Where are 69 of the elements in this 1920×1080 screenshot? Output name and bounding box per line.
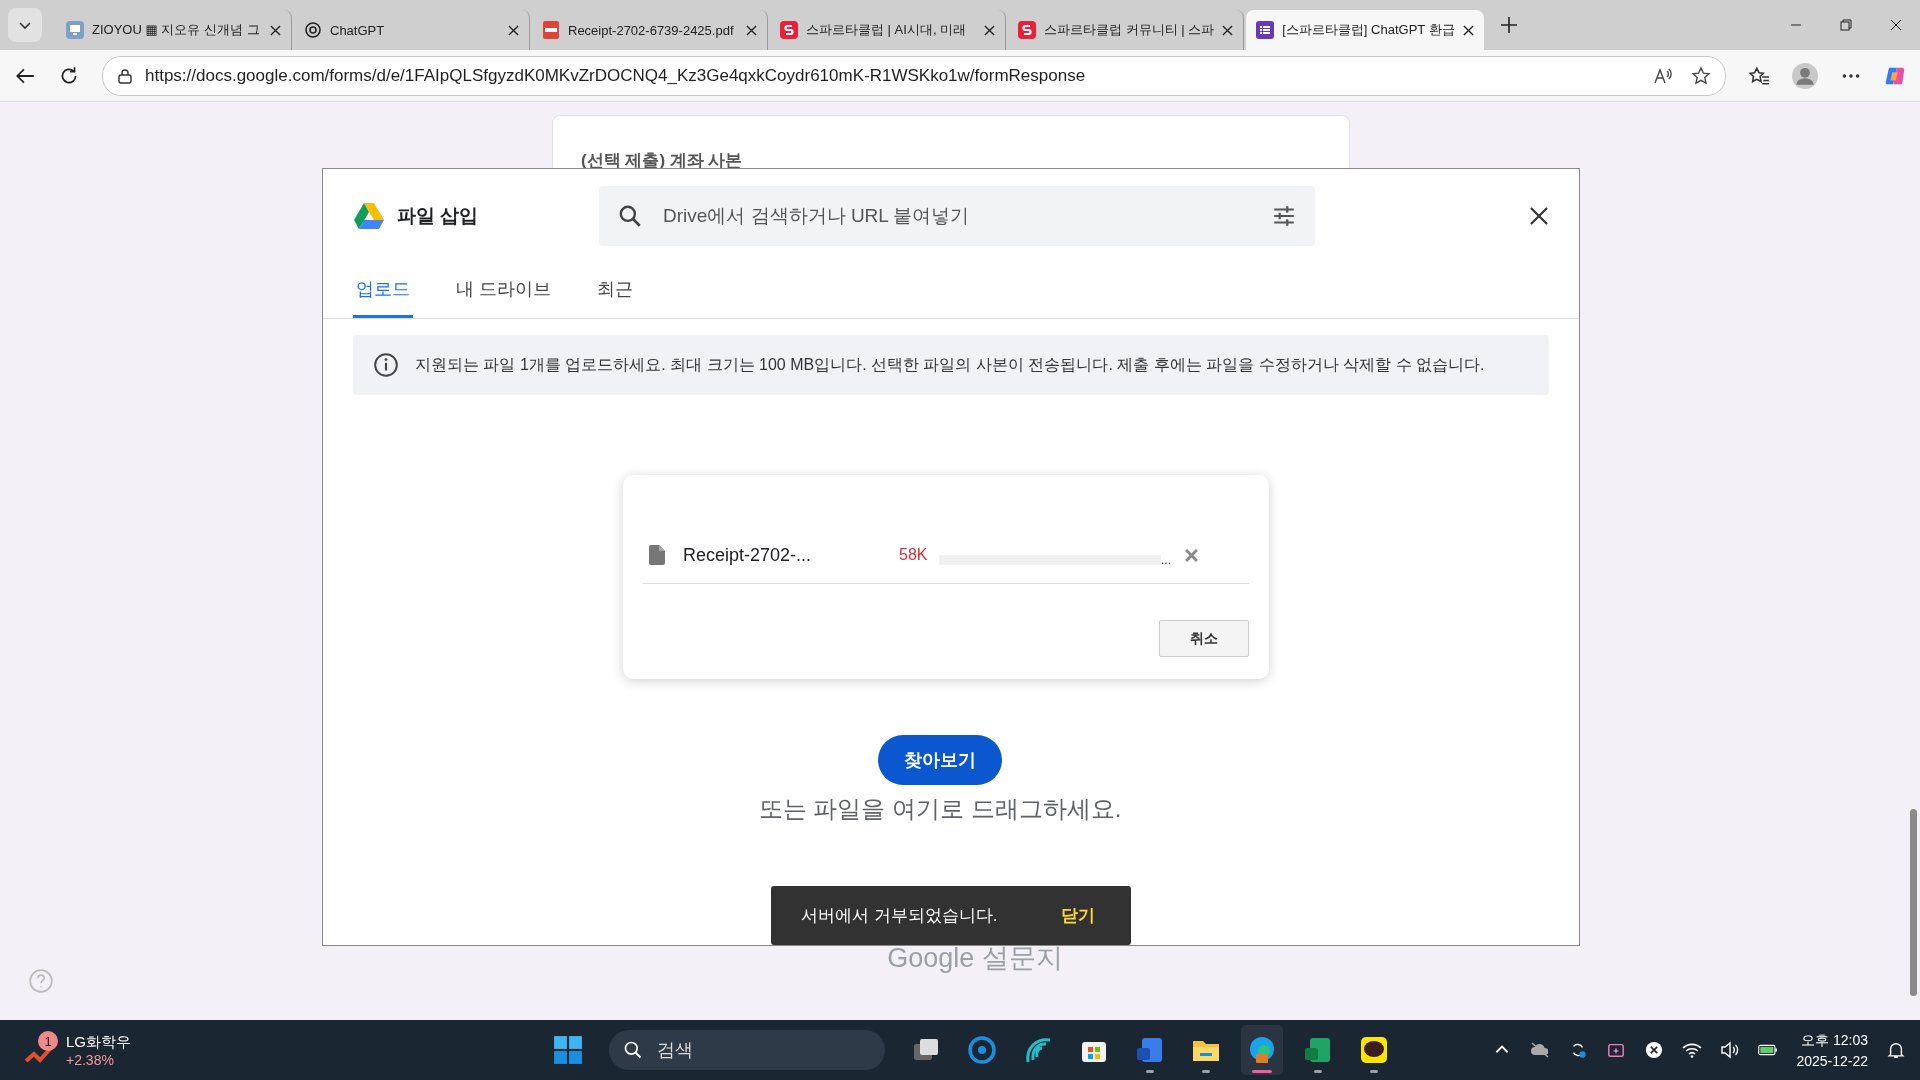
tab-title: [스파르타클럽] ChatGPT 환급	[1282, 21, 1455, 39]
stock-change: +2.38%	[66, 1051, 115, 1068]
s-logo-icon	[780, 21, 798, 39]
start-icon[interactable]	[553, 1035, 583, 1065]
favorites-icon[interactable]	[1748, 64, 1770, 87]
status-text: ...	[1161, 553, 1172, 567]
close-icon[interactable]	[1890, 19, 1902, 31]
tab-title: 스파르타클럽 커뮤니티 | 스파	[1044, 21, 1215, 39]
dialog-tab[interactable]: 내 드라이브	[453, 269, 554, 318]
close-icon[interactable]	[746, 24, 757, 36]
url-text: https://docs.google.com/forms/d/e/1FAIpQLSfgyzdK0MKvZrDOCNQ4_Kz3Ge4qxkCoydr610mK-R1WSKko1w/formResponse	[145, 65, 1086, 86]
taskbar-search-field[interactable]: 검색	[655, 1038, 871, 1062]
cloud-off-icon[interactable]	[1530, 1041, 1551, 1059]
notification-badge: 1	[38, 1031, 58, 1051]
clock-date[interactable]: 2025-12-22	[1796, 1052, 1868, 1069]
taskbar-search-bar[interactable]: 검색	[609, 1030, 885, 1070]
profile-avatar[interactable]	[1792, 62, 1818, 89]
search-bar[interactable]: Drive에서 검색하거나 URL 붙여넣기	[599, 186, 1315, 246]
dialog-tab[interactable]: 업로드	[353, 269, 413, 318]
new-tab-icon[interactable]	[1499, 16, 1518, 34]
remove-icon[interactable]	[1185, 548, 1198, 562]
tab-title: Receipt-2702-6739-2425.pdf	[568, 22, 735, 38]
search-icon	[617, 203, 643, 229]
close-circle-icon[interactable]	[1644, 1041, 1665, 1059]
file-name: Receipt-2702-...	[683, 544, 813, 566]
star-icon[interactable]	[1691, 65, 1711, 86]
section-title: (선택 제출) 계좌 사본	[581, 151, 743, 170]
close-icon[interactable]	[1529, 206, 1549, 226]
stock-name: LG화학우	[66, 1032, 131, 1052]
pdf-icon	[542, 21, 560, 39]
lock-icon	[117, 67, 133, 84]
chat-bubble-icon	[1358, 1034, 1390, 1066]
clock-time[interactable]: 오후 12:03	[1801, 1031, 1868, 1050]
wifi-icon[interactable]	[1682, 1041, 1703, 1059]
restore-icon[interactable]	[1840, 19, 1852, 31]
search-icon	[623, 1040, 643, 1060]
tab-title: ChatGPT	[330, 22, 386, 38]
info-icon	[373, 352, 399, 378]
notice-text: 지원되는 파일 1개를 업로드하세요. 최대 크기는 100 MB입니다. 선택한 파일의 사본이 전송됩니다. 제출 후에는 파일을 수정하거나 삭제할 수 없습니다.	[415, 354, 1485, 375]
cancel-button[interactable]: 취소	[1159, 620, 1249, 657]
list-icon	[1256, 21, 1275, 39]
close-icon[interactable]	[508, 24, 519, 36]
tab-list-button[interactable]	[8, 8, 42, 42]
drop-hint: 또는 파일을 여기로 드래그하세요.	[758, 794, 1122, 824]
footer-logo: Google 설문지	[887, 942, 1063, 975]
filter-icon[interactable]	[1271, 203, 1297, 229]
s-logo-icon	[1018, 21, 1036, 39]
close-icon[interactable]	[1222, 24, 1234, 36]
volume-icon[interactable]	[1720, 1041, 1741, 1059]
dialog-title: 파일 삽입	[397, 204, 480, 228]
search-field[interactable]: Drive에서 검색하거나 URL 붙여넣기	[661, 204, 1253, 228]
tab-title: ZIOYOU ▦ 지오유 신개념 그	[92, 21, 261, 39]
dialog-tab[interactable]: 최근	[594, 269, 636, 318]
file-icon	[649, 545, 665, 565]
monitor-icon	[66, 21, 84, 39]
sparkle-icon[interactable]	[1606, 1041, 1627, 1059]
file-size: 58K	[899, 546, 929, 564]
close-icon[interactable]	[270, 24, 281, 36]
address-field[interactable]: https://docs.google.com/forms/d/e/1FAIpQLSfgyzdK0MKvZrDOCNQ4_Kz3Ge4qxkCoydr610mK-R1WSKko1w/formResponse	[102, 55, 1726, 96]
close-icon[interactable]	[1462, 24, 1474, 36]
ring-icon	[966, 1034, 998, 1066]
dismiss-button[interactable]: 닫기	[1055, 903, 1101, 928]
browser-tab[interactable]: [스파르타클럽] ChatGPT 환급	[1246, 10, 1484, 50]
snackbar-message: 서버에서 거부되었습니다.	[801, 905, 998, 927]
drive-logo-icon	[353, 202, 385, 230]
browse-button[interactable]: 찾아보기	[878, 735, 1002, 785]
close-icon[interactable]	[984, 24, 995, 36]
bell-icon[interactable]	[1886, 1041, 1906, 1059]
tab-title: 스파르타클럽 | AI시대, 미래	[806, 21, 968, 39]
